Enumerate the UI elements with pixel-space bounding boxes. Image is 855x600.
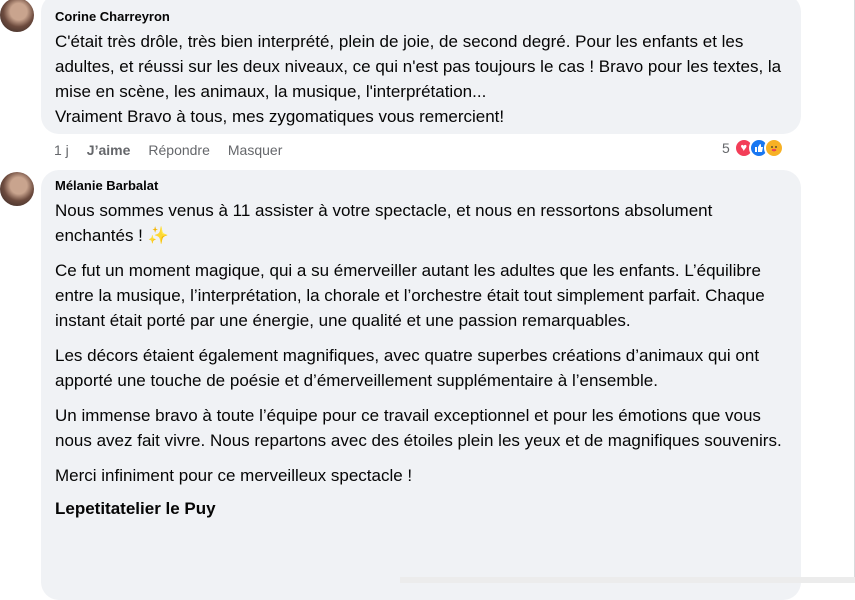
comment-text: Merci infiniment pour ce merveilleux spe… <box>55 466 413 485</box>
reply-button[interactable]: Répondre <box>148 141 210 159</box>
comment-bubble: Corine Charreyron C'était très drôle, tr… <box>41 0 801 134</box>
mention-link[interactable]: Lepetitatelier le Puy <box>55 498 789 520</box>
like-button[interactable]: J’aime <box>87 141 131 159</box>
comment-bubble: Mélanie Barbalat Nous sommes venus à 11 … <box>41 170 801 600</box>
comment-author[interactable]: Corine Charreyron <box>55 9 789 25</box>
comment-timestamp[interactable]: 1 j <box>54 141 69 159</box>
reaction-summary[interactable]: 5 ♥ <box>722 138 784 158</box>
horizontal-scrollbar[interactable] <box>400 577 855 583</box>
hide-button[interactable]: Masquer <box>228 141 282 159</box>
comment-text: Ce fut un moment magique, qui a su émerv… <box>55 261 765 330</box>
comment-author[interactable]: Mélanie Barbalat <box>55 178 789 194</box>
comment-text: Un immense bravo à toute l’équipe pour c… <box>55 406 782 450</box>
reaction-count: 5 <box>722 140 730 156</box>
comment-actions: 1 j J’aime Répondre Masquer <box>54 141 282 159</box>
comment-text: Les décors étaient également magnifiques… <box>55 346 760 390</box>
avatar[interactable] <box>0 0 34 32</box>
avatar[interactable] <box>0 172 34 206</box>
comment-text: Vraiment Bravo à tous, mes zygomatiques … <box>55 107 505 126</box>
comment-text: C'était très drôle, très bien interprété… <box>55 32 782 101</box>
care-icon <box>763 138 784 158</box>
comment-text: Nous sommes venus à 11 assister à votre … <box>55 201 713 245</box>
